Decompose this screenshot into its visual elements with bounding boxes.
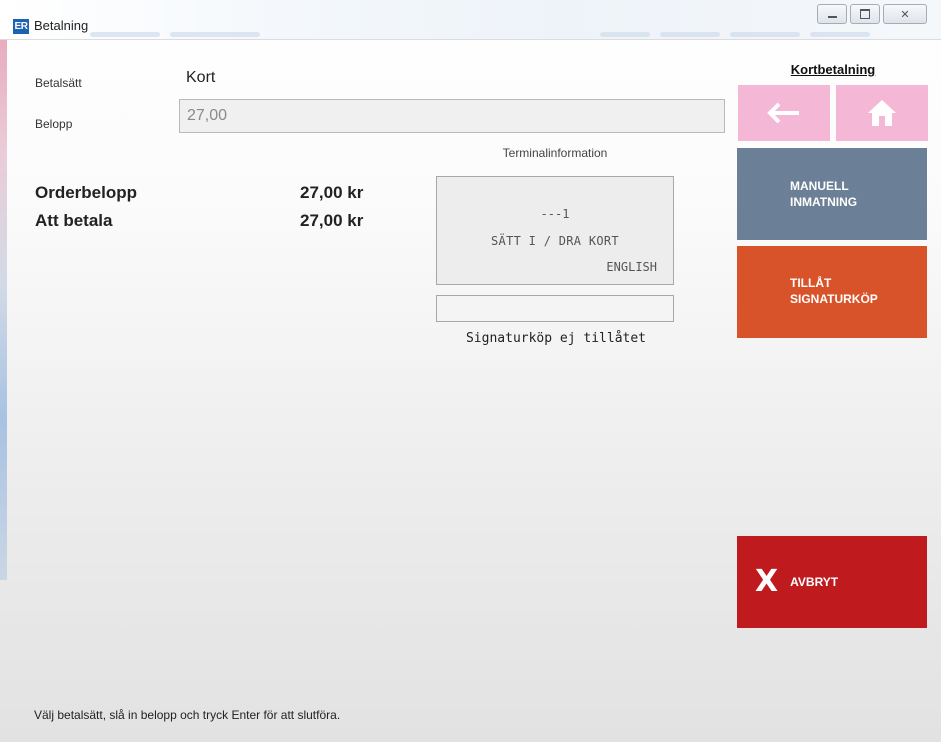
terminal-display: ---1 SÄTT I / DRA KORT ENGLISH bbox=[436, 176, 674, 285]
home-icon bbox=[868, 100, 896, 126]
arrow-left-icon bbox=[767, 102, 799, 124]
terminal-line: ENGLISH bbox=[606, 260, 657, 274]
blurred-background-text bbox=[730, 32, 800, 37]
home-button[interactable] bbox=[836, 85, 928, 141]
back-button[interactable] bbox=[738, 85, 830, 141]
minimize-icon bbox=[827, 16, 837, 18]
blurred-background-text bbox=[810, 32, 870, 37]
allow-signature-label-line1: TILLÅT bbox=[790, 276, 832, 290]
payment-method-label: Betalsätt bbox=[35, 76, 82, 90]
manual-entry-label-line2: INMATNING bbox=[790, 195, 858, 209]
signature-status: Signaturköp ej tillåtet bbox=[465, 331, 646, 346]
amount-to-pay-label: Att betala bbox=[35, 211, 113, 230]
amount-input[interactable]: 27,00 bbox=[179, 99, 725, 133]
window-edge-decoration bbox=[0, 40, 7, 580]
blurred-background-text bbox=[600, 32, 650, 37]
panel-title: Kortbetalning bbox=[790, 62, 876, 77]
maximize-button[interactable] bbox=[850, 4, 880, 24]
window-title: Betalning bbox=[34, 18, 89, 33]
cancel-label: AVBRYT bbox=[790, 575, 839, 589]
minimize-button[interactable] bbox=[817, 4, 847, 24]
close-icon: ✕ bbox=[900, 7, 910, 21]
terminal-info-title: Terminalinformation bbox=[502, 146, 608, 160]
terminal-line: ---1 bbox=[540, 207, 570, 221]
window-controls: ✕ bbox=[817, 4, 927, 24]
help-hint: Välj betalsätt, slå in belopp och tryck … bbox=[34, 708, 341, 722]
blurred-background-text bbox=[170, 32, 260, 37]
app-logo-icon: ER bbox=[13, 19, 29, 34]
amount-label: Belopp bbox=[35, 117, 73, 131]
order-amount-value: 27,00 kr bbox=[300, 183, 364, 202]
payment-window: ER Betalning ✕ Betalsätt Kort Belopp 27,… bbox=[0, 0, 941, 742]
amount-to-pay-value: 27,00 kr bbox=[300, 211, 364, 230]
cancel-x-icon: X bbox=[755, 564, 779, 599]
maximize-icon bbox=[860, 9, 870, 19]
order-amount-label: Orderbelopp bbox=[35, 183, 138, 202]
terminal-line: SÄTT I / DRA KORT bbox=[491, 234, 619, 248]
blurred-background-text bbox=[660, 32, 720, 37]
close-button[interactable]: ✕ bbox=[883, 4, 927, 24]
manual-entry-button[interactable]: MANUELL INMATNING bbox=[737, 148, 927, 240]
cancel-button[interactable]: X AVBRYT bbox=[737, 536, 927, 628]
allow-signature-button[interactable]: TILLÅT SIGNATURKÖP bbox=[737, 246, 927, 338]
manual-entry-label-line1: MANUELL bbox=[790, 179, 849, 193]
title-bar[interactable]: ER Betalning ✕ bbox=[0, 0, 941, 40]
blurred-background-text bbox=[90, 32, 160, 37]
payment-method-value[interactable]: Kort bbox=[186, 69, 215, 87]
terminal-status-field bbox=[436, 295, 674, 322]
allow-signature-label-line2: SIGNATURKÖP bbox=[790, 292, 878, 306]
